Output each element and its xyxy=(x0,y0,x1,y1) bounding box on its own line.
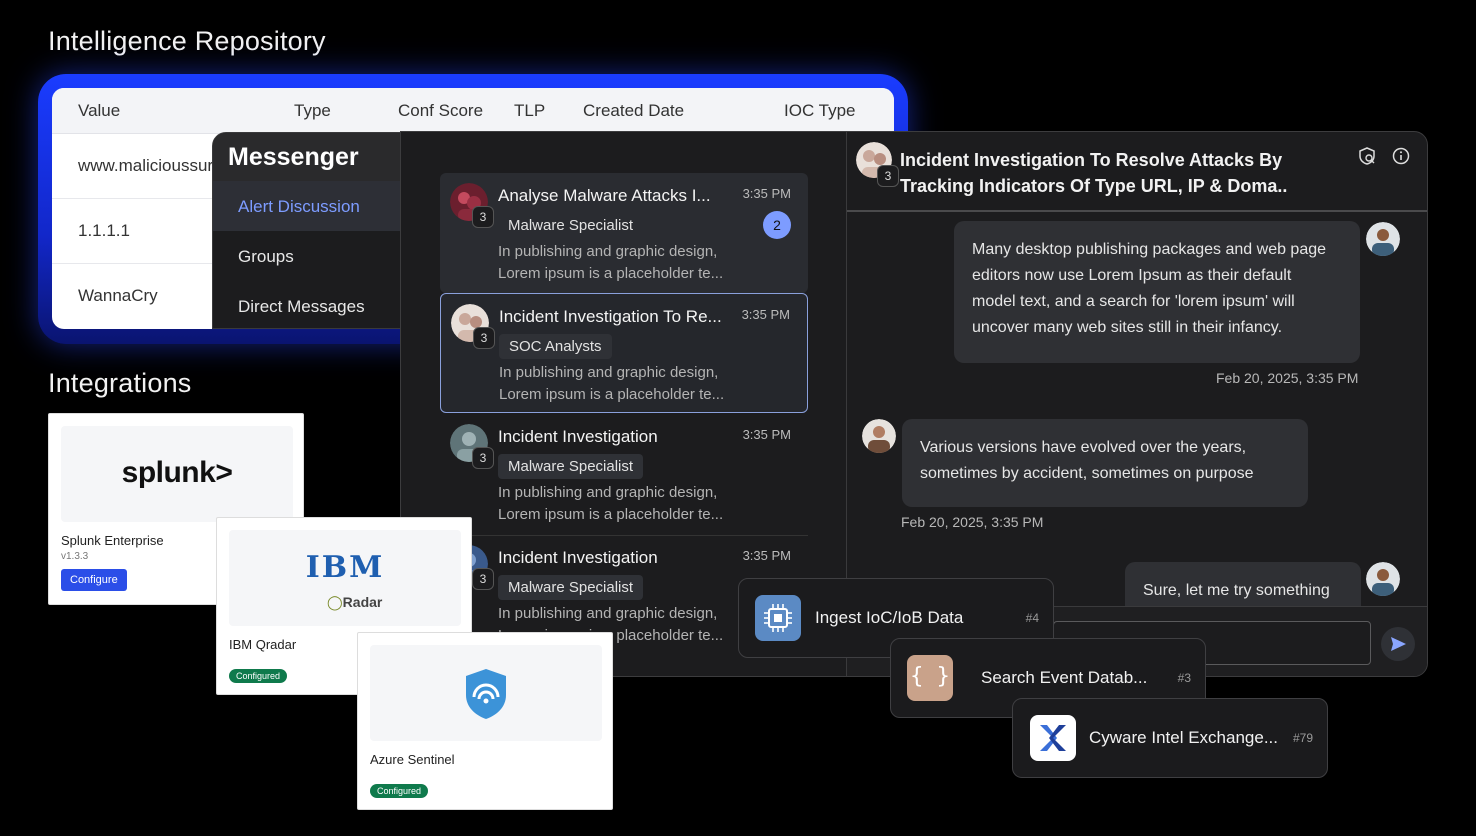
message-clip: Sure, let me try something xyxy=(1125,562,1361,606)
ibm-logo-text: IBM xyxy=(305,550,385,585)
column-header-type[interactable]: Type xyxy=(294,101,331,121)
conversation-tag: SOC Analysts xyxy=(499,334,612,359)
conversation-tag: Malware Specialist xyxy=(498,575,644,600)
step-number: #4 xyxy=(1025,611,1039,625)
user-avatar xyxy=(862,419,896,453)
conversation-title: Analyse Malware Attacks I... xyxy=(498,186,711,205)
chip-icon xyxy=(755,595,801,641)
row-value: WannaCry xyxy=(78,286,158,305)
message-line: sometimes by accident, sometimes on purp… xyxy=(920,465,1254,482)
braces-icon: { } xyxy=(907,655,953,701)
conversation-tag: Malware Specialist xyxy=(498,454,644,479)
step-number: #79 xyxy=(1292,731,1313,745)
send-button[interactable] xyxy=(1381,627,1415,661)
user-avatar xyxy=(1366,562,1400,596)
member-count-badge: 3 xyxy=(877,165,899,187)
thread-title-line: Incident Investigation To Resolve Attack… xyxy=(900,150,1283,170)
message-timestamp: Feb 20, 2025, 3:35 PM xyxy=(1216,370,1359,386)
conversation-title: Incident Investigation xyxy=(498,548,658,567)
integration-name: Splunk Enterprise xyxy=(61,533,164,548)
conversation-item-selected[interactable]: 3 Incident Investigation To Re... 3:35 P… xyxy=(440,293,808,413)
nav-item-alert-discussion[interactable]: Alert Discussion xyxy=(213,181,401,231)
info-icon[interactable] xyxy=(1391,146,1411,166)
conversation-item[interactable]: 3 Analyse Malware Attacks I... 3:35 PM M… xyxy=(440,173,808,293)
conversation-preview: In publishing and graphic design, Lorem … xyxy=(498,241,798,285)
conversation-time: 3:35 PM xyxy=(742,548,791,563)
message-line: editors now use Lorem Ipsum as their def… xyxy=(972,267,1292,284)
azure-sentinel-logo xyxy=(370,645,602,741)
nav-item-direct-messages[interactable]: Direct Messages xyxy=(213,281,401,328)
column-header-value[interactable]: Value xyxy=(78,101,120,121)
conversation-tag: Malware Specialist xyxy=(508,217,634,234)
conversation-title: Incident Investigation xyxy=(498,427,658,446)
message-line: Various versions have evolved over the y… xyxy=(920,439,1247,456)
member-count-badge: 3 xyxy=(473,327,495,349)
unread-badge: 2 xyxy=(763,211,791,239)
qradar-word: Radar xyxy=(342,594,383,610)
preview-line: Lorem ipsum is a placeholder te... xyxy=(499,386,725,403)
playbook-step-cyware[interactable]: Cyware Intel Exchange... #79 xyxy=(1012,698,1328,778)
column-header-created-date[interactable]: Created Date xyxy=(583,101,684,121)
search-thread-icon[interactable] xyxy=(1357,146,1377,166)
configure-button[interactable]: Configure xyxy=(61,569,127,591)
repository-table-header: Value Type Conf Score TLP Created Date I… xyxy=(52,88,894,134)
nav-item-groups[interactable]: Groups xyxy=(213,231,401,281)
splunk-logo: splunk> xyxy=(61,426,293,522)
thread-title-line: Tracking Indicators Of Type URL, IP & Do… xyxy=(900,176,1288,196)
splunk-logo-text: splunk> xyxy=(121,456,233,489)
member-count-badge: 3 xyxy=(472,447,494,469)
send-icon xyxy=(1391,637,1406,651)
step-label: Search Event Datab... xyxy=(981,668,1148,687)
column-header-conf-score[interactable]: Conf Score xyxy=(398,101,483,121)
preview-line: In publishing and graphic design, xyxy=(498,484,718,501)
integrations-section-title: Integrations xyxy=(48,368,192,398)
conversation-title: Incident Investigation To Re... xyxy=(499,307,722,326)
member-count-badge: 3 xyxy=(472,206,494,228)
row-value: 1.1.1.1 xyxy=(78,221,130,240)
conversation-time: 3:35 PM xyxy=(742,186,791,201)
integration-name: Azure Sentinel xyxy=(370,752,455,767)
integration-name: IBM Qradar xyxy=(229,637,297,652)
messenger-title: Messenger xyxy=(213,133,401,181)
step-label: Cyware Intel Exchange... xyxy=(1089,728,1278,747)
member-count-badge: 3 xyxy=(472,568,494,590)
integration-card-azure[interactable]: Azure Sentinel Configured xyxy=(357,632,613,810)
configured-badge: Configured xyxy=(370,784,429,798)
preview-line: Lorem ipsum is a placeholder te... xyxy=(498,265,724,282)
row-value: www.malicioussur xyxy=(78,156,214,175)
chat-message-incoming: Various versions have evolved over the y… xyxy=(902,419,1308,507)
repository-section-title: Intelligence Repository xyxy=(48,26,326,56)
qradar-q-mark: ◯ xyxy=(327,594,343,610)
chat-message-outgoing: Sure, let me try something xyxy=(1125,562,1361,606)
cyware-x-icon xyxy=(1030,715,1076,761)
thread-actions xyxy=(1357,146,1411,166)
preview-line: In publishing and graphic design, xyxy=(499,364,719,381)
message-line: Sure, let me try something xyxy=(1143,582,1330,599)
column-header-tlp[interactable]: TLP xyxy=(514,101,545,121)
integration-version: v1.3.3 xyxy=(61,551,89,562)
chat-message-outgoing: Many desktop publishing packages and web… xyxy=(954,221,1360,363)
configured-badge: Configured xyxy=(229,669,288,683)
messenger-panel: Messenger Alert Discussion Groups Direct… xyxy=(212,132,402,329)
conversation-preview: In publishing and graphic design, Lorem … xyxy=(498,482,798,526)
column-header-ioc-type[interactable]: IOC Type xyxy=(784,101,856,121)
user-avatar xyxy=(1366,222,1400,256)
conversation-time: 3:35 PM xyxy=(742,427,791,442)
preview-line: Lorem ipsum is a placeholder te... xyxy=(498,506,724,523)
message-line: model text, and a search for 'lorem ipsu… xyxy=(972,293,1295,310)
shield-icon xyxy=(466,669,506,719)
step-label: Ingest IoC/IoB Data xyxy=(815,608,964,627)
message-line: uncover many web sites still in their in… xyxy=(972,319,1283,336)
qradar-logo-text: ◯Radar xyxy=(327,594,382,611)
thread-header: 3 Incident Investigation To Resolve Atta… xyxy=(847,132,1427,212)
conversation-preview: In publishing and graphic design, Lorem … xyxy=(499,362,799,406)
message-timestamp: Feb 20, 2025, 3:35 PM xyxy=(901,514,1044,530)
conversation-time: 3:35 PM xyxy=(741,307,790,322)
step-number: #3 xyxy=(1177,671,1191,685)
message-line: Many desktop publishing packages and web… xyxy=(972,241,1327,258)
preview-line: In publishing and graphic design, xyxy=(498,243,718,260)
thread-title: Incident Investigation To Resolve Attack… xyxy=(900,147,1320,199)
ibm-qradar-logo: IBM ◯Radar xyxy=(229,530,461,626)
conversation-item[interactable]: 3 Incident Investigation 3:35 PM Malware… xyxy=(440,414,808,536)
